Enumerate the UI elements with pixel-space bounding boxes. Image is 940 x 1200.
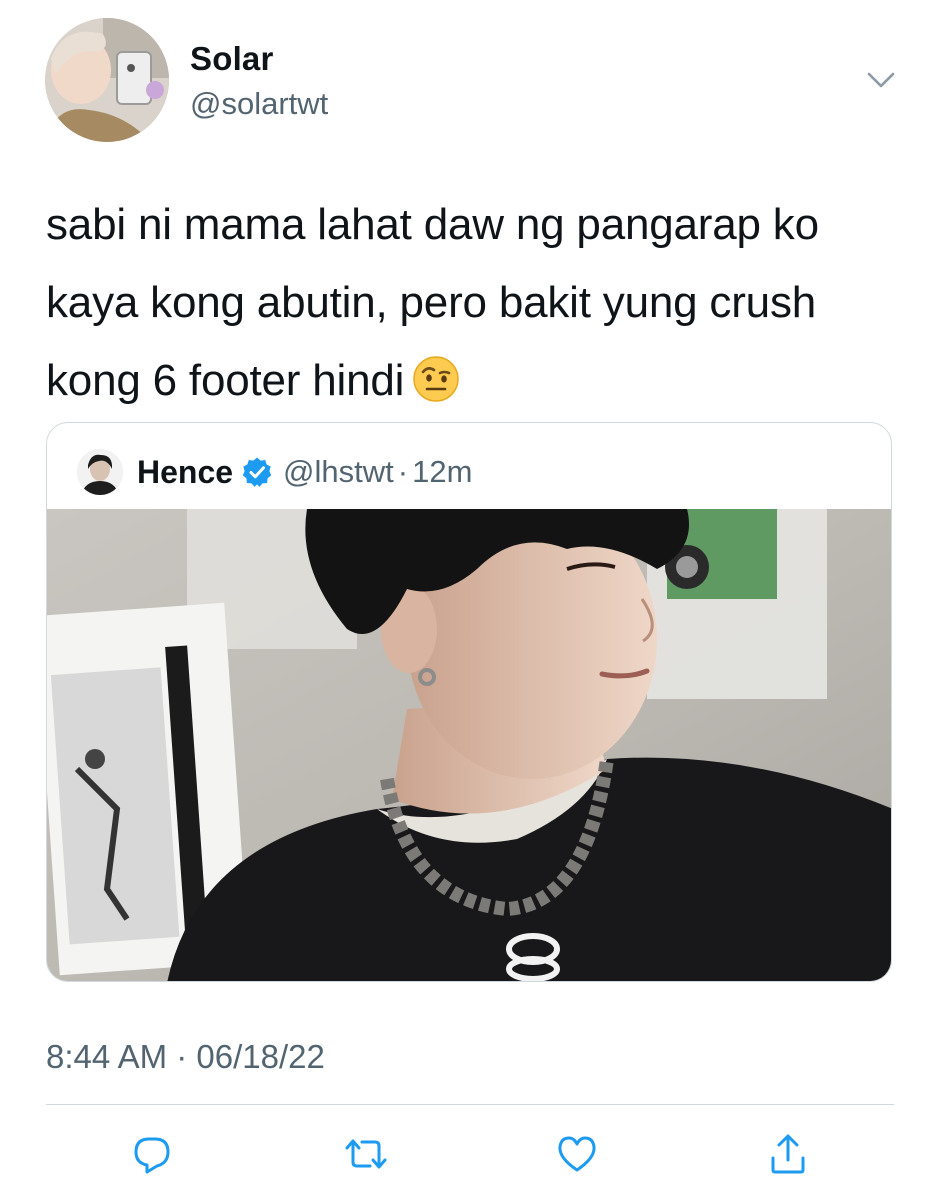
- share-button[interactable]: [764, 1130, 812, 1178]
- retweet-button[interactable]: [342, 1130, 390, 1178]
- tweet-timestamp[interactable]: 8:44 AM · 06/18/22: [46, 1038, 325, 1076]
- raised-eyebrow-emoji-icon: [413, 356, 459, 402]
- author-avatar[interactable]: [45, 18, 169, 142]
- author-avatar-image: [45, 18, 169, 142]
- divider: [46, 1104, 894, 1105]
- author-display-name[interactable]: Solar: [190, 40, 274, 78]
- reply-icon: [134, 1137, 170, 1174]
- quoted-author-avatar[interactable]: [77, 449, 123, 495]
- separator-dot: ·: [397, 454, 409, 489]
- share-icon: [771, 1134, 805, 1174]
- quoted-author-avatar-image: [77, 449, 123, 495]
- verified-badge-icon: [242, 457, 272, 487]
- like-button[interactable]: [553, 1130, 601, 1178]
- photo-image: [47, 509, 891, 981]
- chevron-down-icon[interactable]: [864, 66, 898, 94]
- retweet-icon: [345, 1139, 387, 1169]
- quoted-tweet-card[interactable]: Hence @lhstwt · 12m: [46, 422, 892, 982]
- quoted-tweet-header: Hence @lhstwt · 12m: [77, 447, 472, 497]
- quoted-author-name[interactable]: Hence: [137, 454, 233, 491]
- quoted-tweet-time[interactable]: 12m: [412, 454, 472, 490]
- tweet-text: sabi ni mama lahat daw ng pangarap ko ka…: [46, 186, 906, 420]
- author-handle[interactable]: @solartwt: [190, 86, 328, 122]
- quoted-author-handle[interactable]: @lhstwt: [283, 454, 394, 490]
- tweet-actions-bar: [0, 1130, 940, 1186]
- reply-button[interactable]: [128, 1130, 176, 1178]
- heart-icon: [558, 1136, 596, 1172]
- quoted-tweet-photo[interactable]: [47, 509, 891, 981]
